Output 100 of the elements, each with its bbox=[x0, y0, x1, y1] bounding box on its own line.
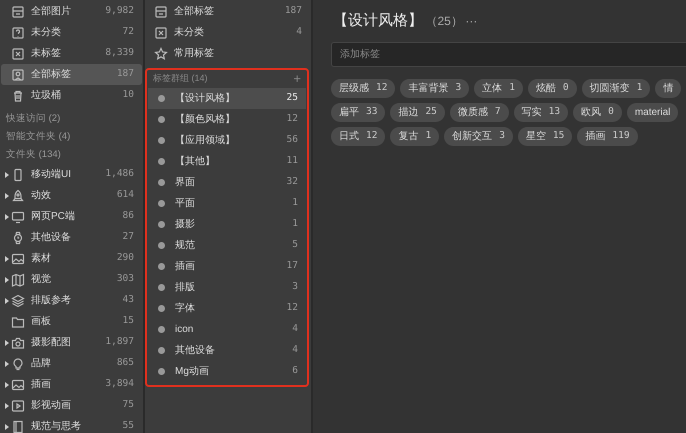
tag-chip[interactable]: 日式 12 bbox=[331, 127, 386, 146]
library-item[interactable]: 全部图片 9,982 bbox=[1, 1, 142, 22]
tag-group-item[interactable]: 规范 5 bbox=[148, 235, 306, 256]
section-heading[interactable]: 智能文件夹 (4) bbox=[0, 128, 143, 146]
tag-group-item[interactable]: 界面 32 bbox=[148, 172, 306, 193]
tag-filter-item[interactable]: 未分类 4 bbox=[146, 22, 310, 43]
library-item[interactable]: 垃圾桶 10 bbox=[1, 85, 142, 106]
dot-icon bbox=[158, 263, 165, 270]
tag-chip[interactable]: 写实 13 bbox=[514, 103, 568, 122]
dot-icon bbox=[158, 179, 165, 186]
dot-icon bbox=[158, 347, 165, 354]
expand-icon[interactable] bbox=[5, 424, 9, 430]
tag-chip[interactable]: 层级感 12 bbox=[331, 79, 396, 98]
image-icon bbox=[11, 378, 25, 392]
more-button[interactable]: ··· bbox=[465, 12, 478, 30]
expand-icon[interactable] bbox=[5, 256, 9, 262]
camera-icon bbox=[11, 336, 25, 350]
section-heading[interactable]: 文件夹 (134) bbox=[0, 146, 143, 164]
star-icon bbox=[154, 46, 168, 60]
layers-icon bbox=[11, 294, 25, 308]
tag-filter-item[interactable]: 常用标签 bbox=[146, 43, 310, 64]
trash-icon bbox=[11, 88, 25, 102]
tag-group-item[interactable]: 【其他】 11 bbox=[148, 151, 306, 172]
tag-group-item[interactable]: 摄影 1 bbox=[148, 214, 306, 235]
add-tag-field[interactable]: 添加标签 bbox=[331, 42, 686, 67]
expand-icon[interactable] bbox=[5, 214, 9, 220]
tag-group-item[interactable]: 字体 12 bbox=[148, 298, 306, 319]
tag-group-item[interactable]: 插画 17 bbox=[148, 256, 306, 277]
tag-chip[interactable]: 星空 15 bbox=[518, 127, 572, 146]
image-icon bbox=[11, 252, 25, 266]
tag-group-item[interactable]: 【颜色风格】 12 bbox=[148, 109, 306, 130]
tag-chip[interactable]: 丰富背景 3 bbox=[400, 79, 470, 98]
expand-icon[interactable] bbox=[5, 172, 9, 178]
dot-icon bbox=[158, 137, 165, 144]
dot-icon bbox=[158, 116, 165, 123]
section-heading[interactable]: 快速访问 (2) bbox=[0, 110, 143, 128]
library-item[interactable]: 全部标签 187 bbox=[1, 64, 142, 85]
folder-item[interactable]: 动效 614 bbox=[1, 185, 142, 206]
expand-icon[interactable] bbox=[5, 382, 9, 388]
dot-icon bbox=[158, 305, 165, 312]
tray-icon bbox=[154, 4, 168, 18]
watch-icon bbox=[11, 230, 25, 244]
tray-icon bbox=[11, 4, 25, 18]
expand-icon[interactable] bbox=[5, 340, 9, 346]
question-icon bbox=[11, 26, 25, 40]
dot-icon bbox=[158, 284, 165, 291]
folder-item[interactable]: 品牌 865 bbox=[1, 353, 142, 374]
folder-item[interactable]: 视觉 303 bbox=[1, 269, 142, 290]
bulb-icon bbox=[11, 356, 25, 370]
dot-icon bbox=[158, 221, 165, 228]
folder-icon bbox=[11, 314, 25, 328]
folder-item[interactable]: 影视动画 75 bbox=[1, 395, 142, 416]
group-heading: 标签群组 (14) bbox=[153, 72, 208, 86]
tag-chip[interactable]: material bbox=[626, 103, 678, 122]
folder-item[interactable]: 画板 15 bbox=[1, 311, 142, 332]
x-box-icon bbox=[11, 46, 25, 60]
tag-group-item[interactable]: 【设计风格】 25 bbox=[148, 88, 306, 109]
dot-icon bbox=[158, 368, 165, 375]
map-icon bbox=[11, 272, 25, 286]
dot-icon bbox=[158, 158, 165, 165]
tag-chip[interactable]: 创新交互 3 bbox=[444, 127, 513, 146]
group-title: 【设计风格】 bbox=[333, 10, 423, 31]
tag-chip[interactable]: 情 bbox=[655, 79, 682, 98]
expand-icon[interactable] bbox=[5, 360, 9, 366]
folder-item[interactable]: 排版参考 43 bbox=[1, 290, 142, 311]
tag-chip[interactable]: 扁平 33 bbox=[331, 103, 386, 122]
folder-item[interactable]: 其他设备 27 bbox=[1, 227, 142, 248]
library-item[interactable]: 未标签 8,339 bbox=[1, 43, 142, 64]
expand-icon[interactable] bbox=[5, 402, 9, 408]
expand-icon[interactable] bbox=[5, 298, 9, 304]
tag-group-item[interactable]: Mg动画 6 bbox=[148, 361, 306, 382]
library-item[interactable]: 未分类 72 bbox=[1, 22, 142, 43]
tag-chip[interactable]: 欧风 0 bbox=[573, 103, 622, 122]
expand-icon[interactable] bbox=[5, 192, 9, 198]
tag-filter-item[interactable]: 全部标签 187 bbox=[146, 1, 310, 22]
folder-item[interactable]: 移动端UI 1,486 bbox=[1, 164, 142, 185]
tag-group-item[interactable]: 【应用领域】 56 bbox=[148, 130, 306, 151]
tag-group-item[interactable]: 平面 1 bbox=[148, 193, 306, 214]
book-icon bbox=[11, 420, 25, 433]
folder-item[interactable]: 网页PC端 86 bbox=[1, 206, 142, 227]
tag-chip[interactable]: 微质感 7 bbox=[450, 103, 509, 122]
tag-chip[interactable]: 立体 1 bbox=[474, 79, 523, 98]
dot-icon bbox=[158, 200, 165, 207]
tag-group-item[interactable]: 排版 3 bbox=[148, 277, 306, 298]
tag-group-item[interactable]: icon 4 bbox=[148, 319, 306, 340]
folder-item[interactable]: 摄影配图 1,897 bbox=[1, 332, 142, 353]
tag-group-item[interactable]: 其他设备 4 bbox=[148, 340, 306, 361]
play-icon bbox=[11, 398, 25, 412]
dot-icon bbox=[158, 242, 165, 249]
tag-chip[interactable]: 插画 119 bbox=[577, 127, 638, 146]
person-card-icon bbox=[11, 68, 25, 82]
tag-chip[interactable]: 炫酷 0 bbox=[528, 79, 577, 98]
rocket-icon bbox=[11, 188, 25, 202]
tag-chip[interactable]: 切圆渐变 1 bbox=[582, 79, 650, 98]
tag-chip[interactable]: 描边 25 bbox=[390, 103, 445, 122]
tag-chip[interactable]: 复古 1 bbox=[390, 127, 440, 146]
folder-item[interactable]: 规范与思考 55 bbox=[1, 416, 142, 433]
expand-icon[interactable] bbox=[5, 276, 9, 282]
folder-item[interactable]: 插画 3,894 bbox=[1, 374, 142, 395]
folder-item[interactable]: 素材 290 bbox=[1, 248, 142, 269]
